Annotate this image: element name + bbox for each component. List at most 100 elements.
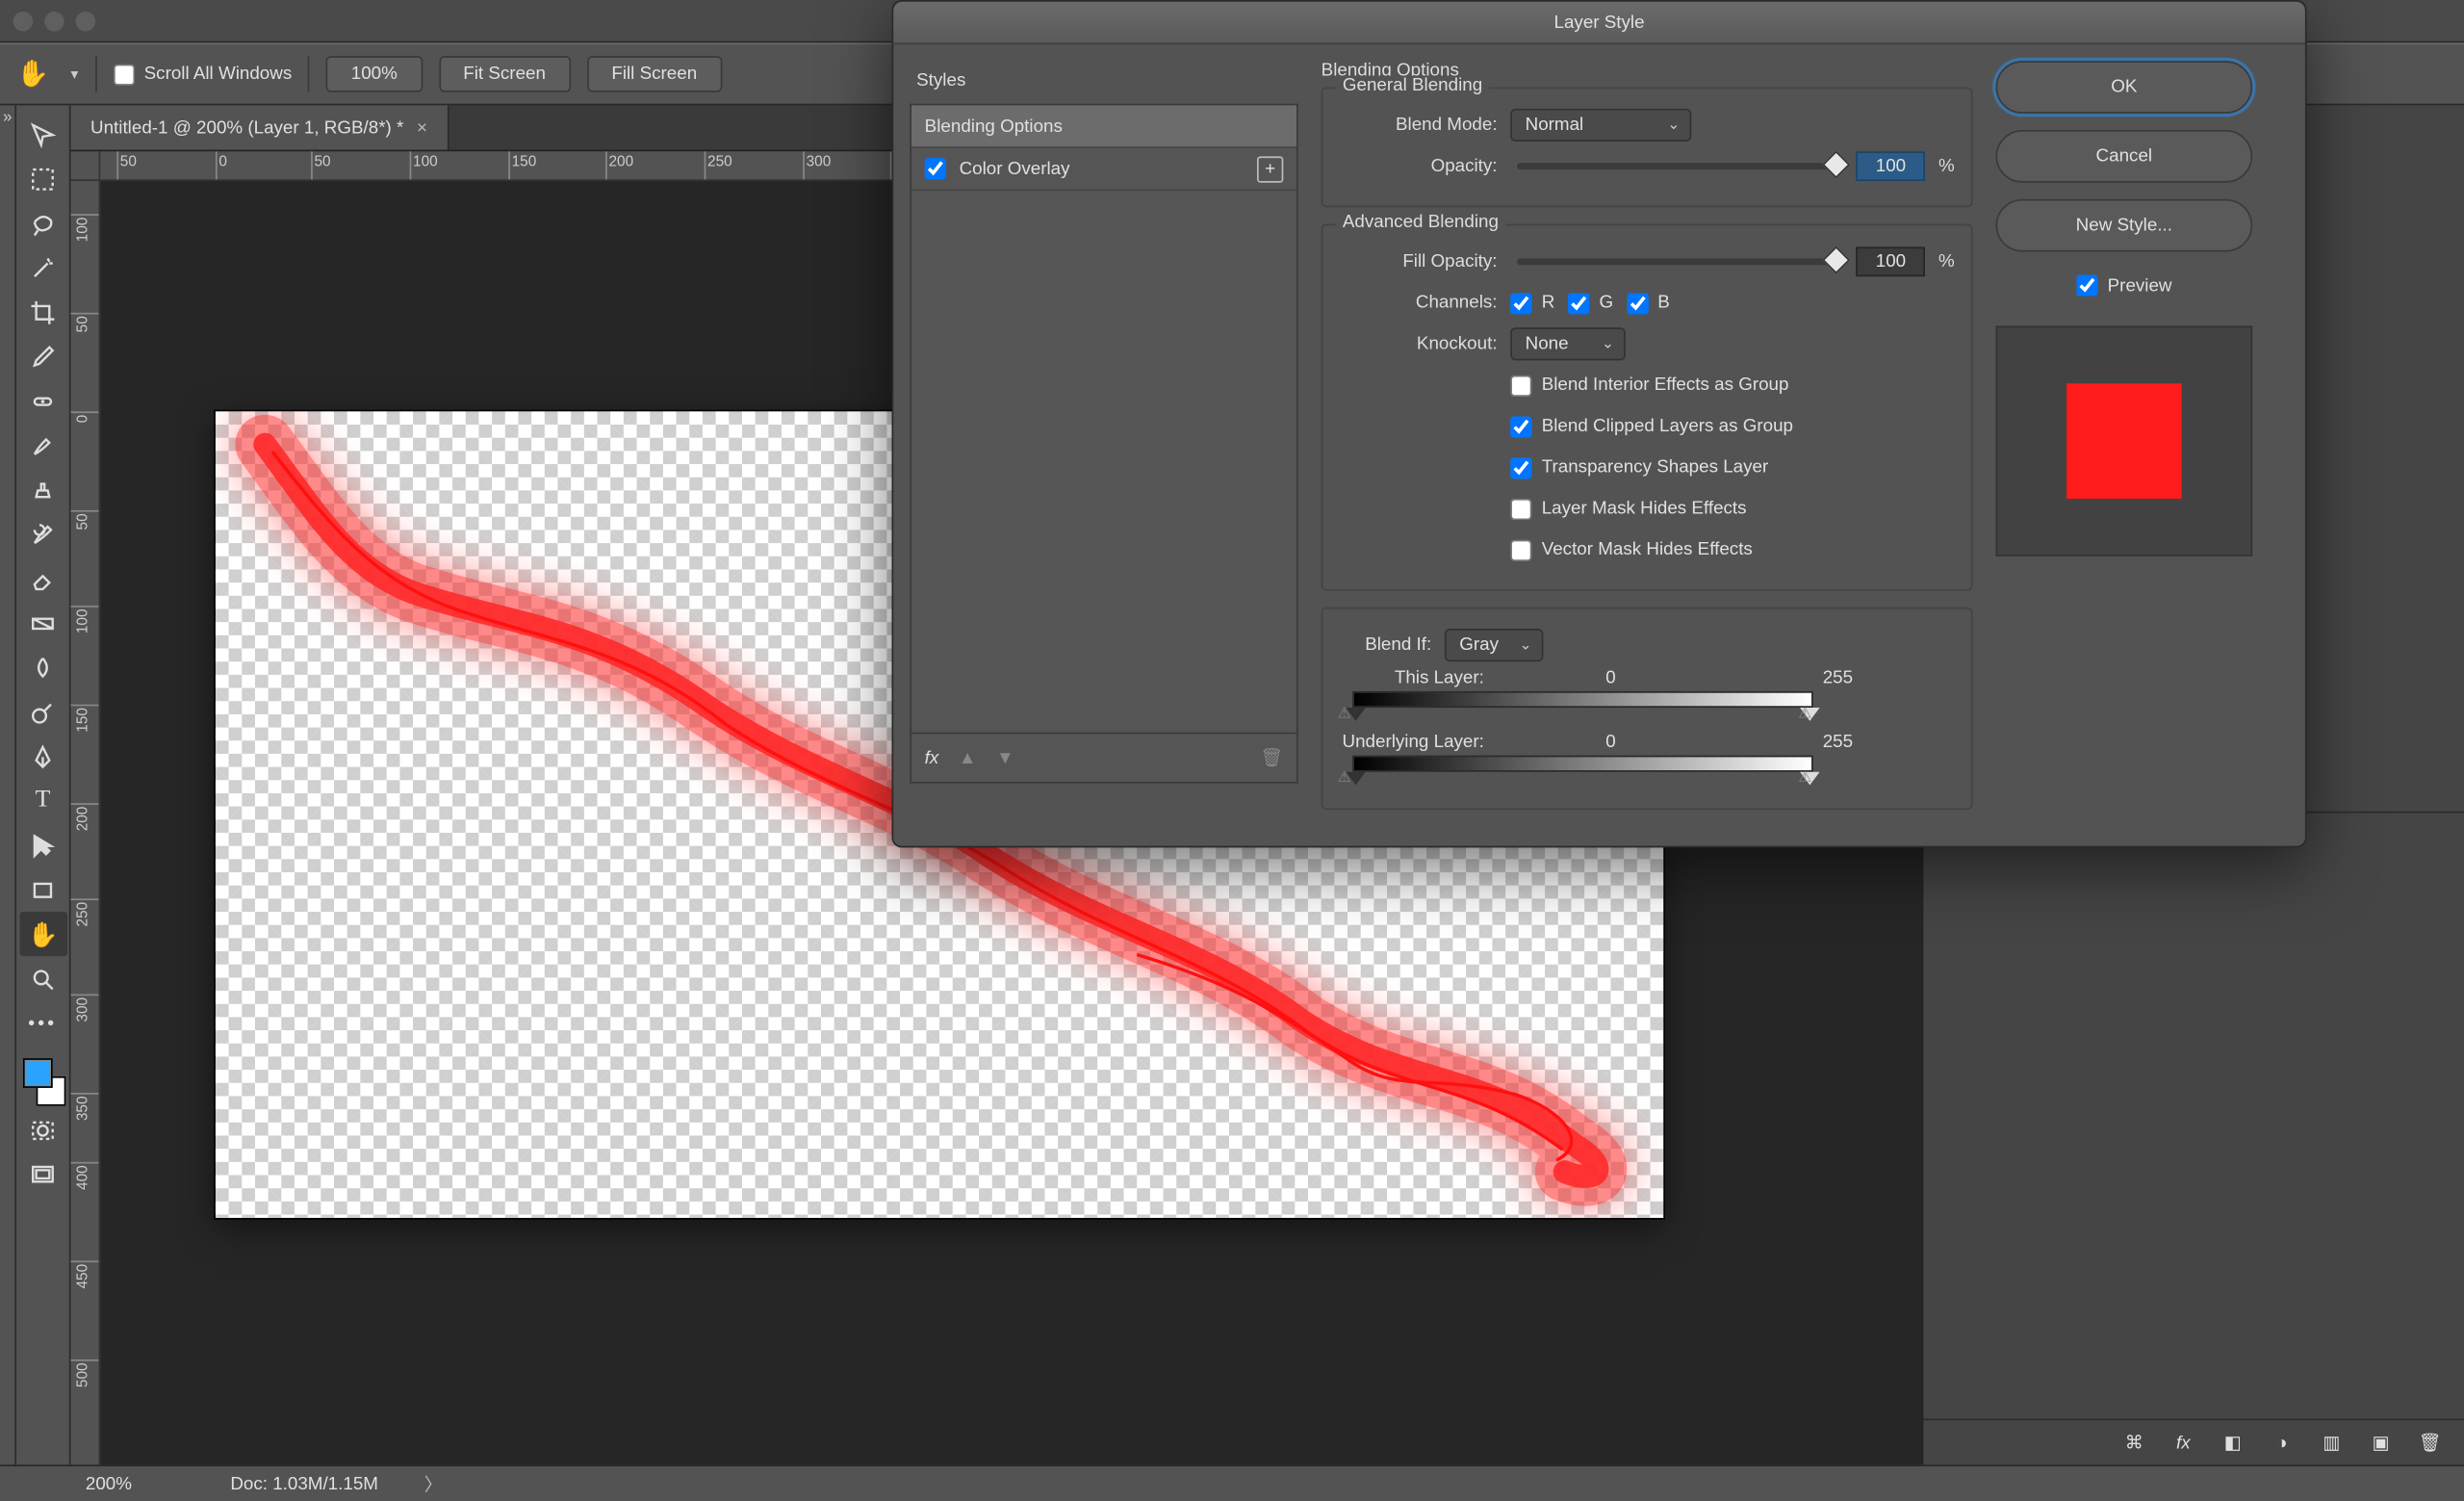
pen-tool[interactable] <box>19 734 67 778</box>
adjustment-layer-icon[interactable]: ◑ <box>2271 1433 2294 1453</box>
this-layer-gradient[interactable] <box>1352 691 1813 708</box>
quick-mask-toggle[interactable] <box>19 1107 67 1152</box>
path-selection-tool[interactable] <box>19 823 67 867</box>
vector-mask-hides-checkbox[interactable]: Vector Mask Hides Effects <box>1510 539 1753 560</box>
cancel-button[interactable]: Cancel <box>1996 130 2253 183</box>
magic-wand-tool[interactable] <box>19 246 67 290</box>
fill-screen-button[interactable]: Fill Screen <box>587 56 722 92</box>
link-layers-icon[interactable]: ⌘ <box>2122 1432 2145 1453</box>
fill-opacity-slider[interactable] <box>1517 258 1836 265</box>
group-icon[interactable]: ▥ <box>2320 1432 2343 1453</box>
this-layer-handles[interactable] <box>1352 708 1813 728</box>
panel-placeholder-bottom <box>1923 813 2464 1418</box>
preview-box <box>1996 325 2253 556</box>
blend-interior-checkbox[interactable]: Blend Interior Effects as Group <box>1510 375 1788 396</box>
gradient-tool[interactable] <box>19 601 67 645</box>
scroll-all-windows-checkbox[interactable]: Scroll All Windows <box>113 64 292 85</box>
fill-opacity-input[interactable]: 100 <box>1857 246 1926 276</box>
preview-checkbox[interactable]: Preview <box>1996 274 2253 296</box>
foreground-color-swatch[interactable] <box>22 1058 52 1088</box>
document-tab[interactable]: Untitled-1 @ 200% (Layer 1, RGB/8*) * × <box>71 105 449 149</box>
window-minimize-button[interactable] <box>44 11 64 31</box>
window-close-button[interactable] <box>13 11 34 31</box>
eyedropper-tool[interactable] <box>19 334 67 378</box>
styles-column: Styles Blending Options Color Overlay + … <box>910 61 1297 826</box>
brush-tool[interactable] <box>19 423 67 467</box>
blend-if-select[interactable]: Gray⌄ <box>1445 629 1544 661</box>
channel-r-checkbox[interactable]: R <box>1510 292 1554 313</box>
eraser-tool[interactable] <box>19 556 67 601</box>
style-row-color-overlay[interactable]: Color Overlay + <box>911 148 1296 191</box>
lasso-tool[interactable] <box>19 201 67 246</box>
color-swatches[interactable] <box>19 1055 67 1108</box>
blend-mode-select[interactable]: Normal⌄ <box>1510 109 1691 142</box>
marquee-tool[interactable] <box>19 156 67 200</box>
type-tool[interactable]: T <box>19 779 67 823</box>
this-layer-max: 255 <box>1724 668 1951 688</box>
opacity-slider[interactable] <box>1517 163 1836 169</box>
blend-mode-label: Blend Mode: <box>1339 116 1497 136</box>
fx-icon[interactable]: fx <box>2171 1433 2194 1453</box>
channel-b-checkbox[interactable]: B <box>1627 292 1670 313</box>
preview-swatch <box>2066 383 2182 499</box>
layer-style-dialog: Layer Style Styles Blending Options Colo… <box>891 0 2306 847</box>
edit-toolbar[interactable]: ••• <box>19 1000 67 1045</box>
transparency-shapes-checkbox[interactable]: Transparency Shapes Layer <box>1510 456 1768 478</box>
dialog-titlebar[interactable]: Layer Style <box>893 2 2305 44</box>
dodge-tool[interactable] <box>19 689 67 734</box>
add-effect-icon[interactable]: + <box>1257 156 1283 182</box>
screen-mode-toggle[interactable] <box>19 1152 67 1197</box>
fx-menu-icon[interactable]: fx <box>925 748 939 768</box>
rectangle-tool[interactable] <box>19 867 67 912</box>
knockout-select[interactable]: None⌄ <box>1510 327 1626 360</box>
style-row-blending-options[interactable]: Blending Options <box>911 105 1296 147</box>
dialog-buttons-column: OK Cancel New Style... Preview <box>1996 61 2253 826</box>
document-tab-title: Untitled-1 @ 200% (Layer 1, RGB/8*) * <box>90 117 403 138</box>
layer-mask-hides-checkbox[interactable]: Layer Mask Hides Effects <box>1510 498 1746 519</box>
opacity-input[interactable]: 100 <box>1857 151 1926 181</box>
general-blending-group: General Blending Blend Mode: Normal⌄ Opa… <box>1322 88 1973 208</box>
window-zoom-button[interactable] <box>76 11 96 31</box>
status-menu-chevron-icon[interactable]: 〉 <box>424 1470 443 1496</box>
vertical-ruler[interactable]: 10050050100150200250300350400450500 <box>71 181 101 1464</box>
history-brush-tool[interactable] <box>19 512 67 556</box>
new-layer-icon[interactable]: ▣ <box>2370 1432 2393 1453</box>
scroll-all-windows-label: Scroll All Windows <box>144 65 293 85</box>
clone-stamp-tool[interactable] <box>19 467 67 511</box>
underlying-min: 0 <box>1498 733 1725 753</box>
move-tool[interactable] <box>19 112 67 156</box>
styles-list-empty-area <box>910 191 1297 734</box>
status-zoom[interactable]: 200% <box>86 1474 185 1494</box>
underlying-handles[interactable] <box>1352 772 1813 792</box>
opacity-label: Opacity: <box>1339 156 1497 176</box>
general-blending-legend: General Blending <box>1336 76 1489 96</box>
panel-collapse-gutter[interactable]: » <box>0 105 16 1464</box>
layer-mask-icon[interactable]: ◧ <box>2221 1432 2245 1453</box>
channels-label: Channels: <box>1339 293 1497 313</box>
delete-effect-icon[interactable]: 🗑 <box>1260 747 1283 768</box>
blend-clipped-checkbox[interactable]: Blend Clipped Layers as Group <box>1510 416 1793 437</box>
close-tab-icon[interactable]: × <box>417 117 427 138</box>
healing-brush-tool[interactable] <box>19 378 67 423</box>
crop-tool[interactable] <box>19 290 67 334</box>
move-effect-down-icon[interactable]: ▼ <box>996 748 1014 768</box>
opacity-unit: % <box>1938 156 1955 176</box>
styles-footer: fx ▲ ▼ 🗑 <box>910 734 1297 783</box>
tool-preset-dropdown[interactable] <box>65 65 78 85</box>
color-overlay-checkbox[interactable] <box>925 158 946 179</box>
underlying-gradient[interactable] <box>1352 756 1813 772</box>
zoom-value-button[interactable]: 100% <box>326 56 422 92</box>
separator <box>308 56 310 92</box>
delete-layer-icon[interactable]: 🗑 <box>2419 1432 2442 1453</box>
blur-tool[interactable] <box>19 645 67 689</box>
fit-screen-button[interactable]: Fit Screen <box>439 56 571 92</box>
ok-button[interactable]: OK <box>1996 61 2253 114</box>
hand-tool[interactable]: ✋ <box>19 912 67 956</box>
advanced-blending-group: Advanced Blending Fill Opacity: 100 % Ch… <box>1322 223 1973 590</box>
move-effect-up-icon[interactable]: ▲ <box>959 748 977 768</box>
status-doc-size[interactable]: Doc: 1.03M/1.15M <box>230 1474 378 1494</box>
ruler-origin[interactable] <box>71 151 101 181</box>
channel-g-checkbox[interactable]: G <box>1568 292 1613 313</box>
zoom-tool[interactable] <box>19 956 67 1000</box>
new-style-button[interactable]: New Style... <box>1996 199 2253 252</box>
